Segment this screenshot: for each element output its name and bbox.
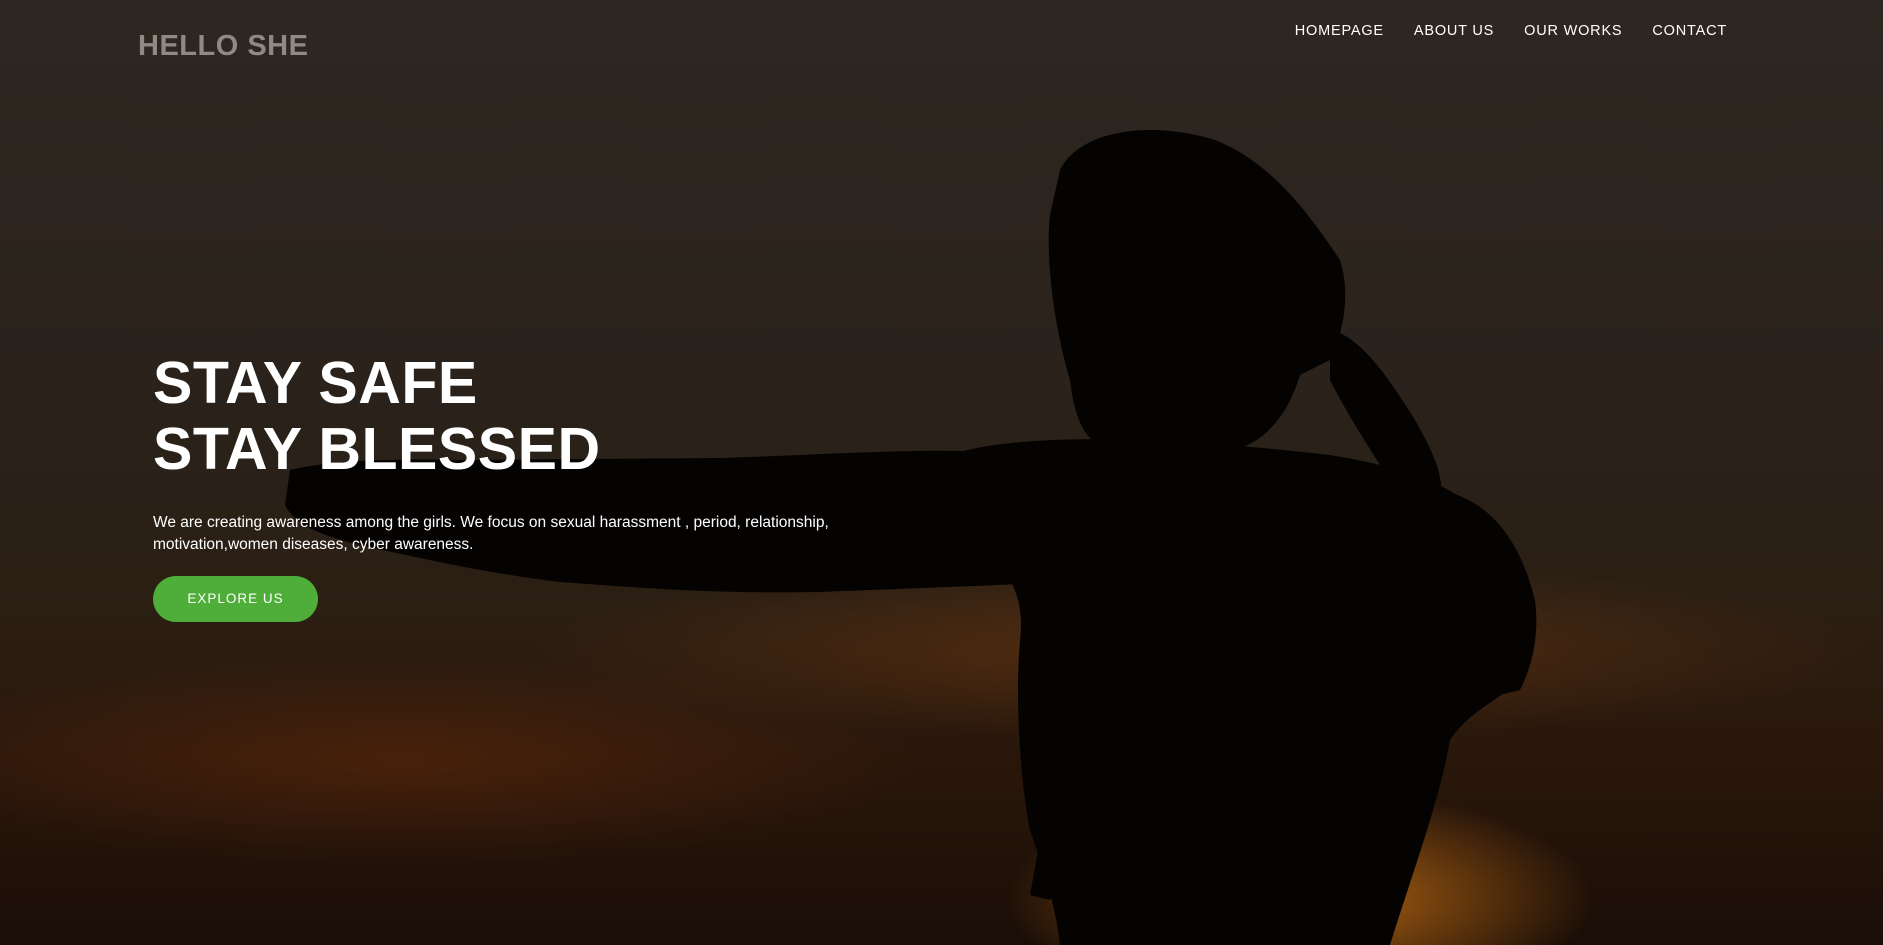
nav-link-our-works[interactable]: OUR WORKS <box>1524 21 1622 41</box>
headline-line-2: STAY BLESSED <box>153 416 601 482</box>
explore-us-button[interactable]: EXPLORE US <box>153 576 318 622</box>
hero-section: HELLO SHE HOMEPAGE ABOUT US OUR WORKS CO… <box>0 0 1883 945</box>
hero-headline: STAY SAFE STAY BLESSED <box>153 350 953 482</box>
site-logo[interactable]: HELLO SHE <box>138 30 308 63</box>
nav-link-about-us[interactable]: ABOUT US <box>1414 21 1494 41</box>
headline-line-1: STAY SAFE <box>153 350 478 416</box>
top-navigation-bar: HELLO SHE HOMEPAGE ABOUT US OUR WORKS CO… <box>0 0 1883 100</box>
hero-description: We are creating awareness among the girl… <box>153 514 829 553</box>
hero-content: STAY SAFE STAY BLESSED We are creating a… <box>153 350 953 622</box>
main-nav: HOMEPAGE ABOUT US OUR WORKS CONTACT <box>1295 21 1727 41</box>
nav-link-contact[interactable]: CONTACT <box>1652 21 1727 41</box>
nav-link-homepage[interactable]: HOMEPAGE <box>1295 21 1384 41</box>
